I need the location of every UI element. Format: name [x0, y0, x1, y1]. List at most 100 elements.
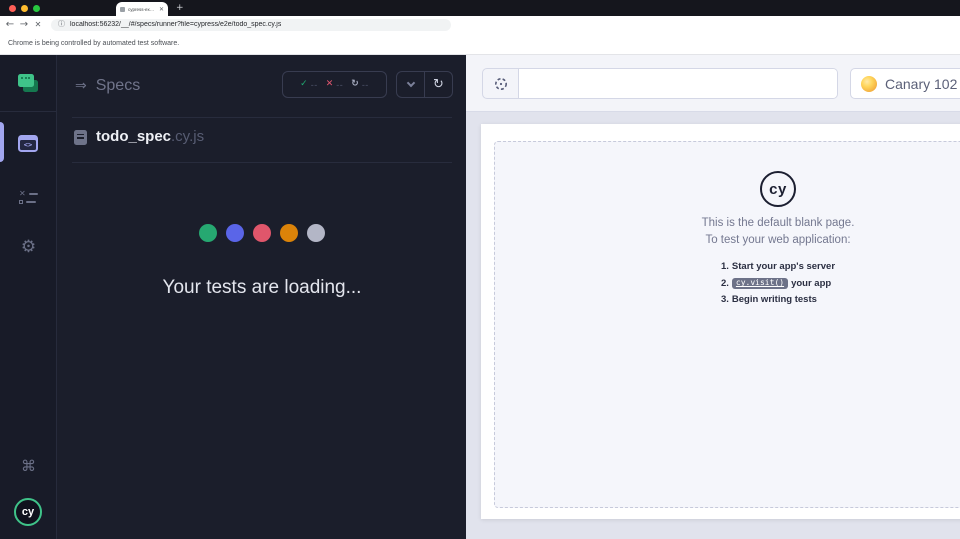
cypress-logo[interactable]: cy: [14, 498, 42, 526]
nav-rail: <> ✕ ⚙ ⌘ cy: [0, 55, 57, 539]
divider: [72, 162, 452, 163]
checklist-icon-row: ✕: [19, 189, 38, 198]
stat-pending: ↻ --: [351, 80, 369, 90]
specs-panel: ⇒ Specs ✓ -- ✕ -- ↻ -- ↻ todo_spec.cy.js…: [58, 55, 466, 539]
tab-close-icon[interactable]: ✕: [159, 6, 164, 13]
passed-count: --: [310, 79, 318, 90]
blank-page-steps: 1. Start your app's server 2. cy.visit()…: [721, 261, 835, 306]
rail-divider: [0, 111, 57, 112]
step-text: Start your app's server: [731, 261, 836, 272]
back-icon[interactable]: ←: [3, 19, 17, 30]
window-dot: [24, 76, 27, 79]
specs-arrow-icon: ⇒: [75, 78, 87, 94]
step-number: 2.: [720, 277, 729, 289]
specs-window-icon: <>: [20, 140, 36, 150]
code-brackets-glyph: <>: [23, 140, 33, 149]
specs-panel-title: Specs: [95, 77, 141, 94]
passed-check-icon: ✓: [300, 79, 308, 89]
collapse-button[interactable]: [397, 72, 424, 97]
browser-toolbar: ← → ✕ ⓘ localhost:56232/__/#/specs/runne…: [0, 16, 960, 33]
cy-visit-code-link[interactable]: cy.visit(): [731, 277, 789, 290]
spec-file-extension: .cy.js: [171, 128, 205, 145]
cypress-circle-logo-text: cy: [769, 180, 787, 198]
traffic-light-zoom-button[interactable]: [33, 5, 40, 12]
rerun-button[interactable]: ↻: [424, 72, 452, 97]
forward-icon[interactable]: →: [17, 19, 31, 30]
step-text: your app: [791, 277, 832, 289]
aut-region: Canary 102 cy This is the default blank …: [466, 55, 960, 539]
loading-dot: [307, 224, 325, 242]
browser-selector[interactable]: Canary 102: [850, 68, 960, 99]
aut-iframe: cy This is the default blank page. To te…: [481, 124, 960, 519]
failed-cross-icon: ✕: [325, 79, 334, 89]
specs-explorer-icon-front: [18, 74, 34, 87]
loading-message: Your tests are loading...: [162, 277, 362, 298]
chevron-down-icon: [406, 78, 415, 88]
window-dot: [28, 76, 30, 79]
automation-infobar-text: Chrome is being controlled by automated …: [8, 40, 180, 47]
checklist-bar: [28, 192, 38, 195]
stat-passed: ✓ --: [300, 80, 318, 90]
default-blank-page: cy This is the default blank page. To te…: [494, 141, 960, 508]
step-item: 1. Start your app's server: [721, 261, 835, 273]
failed-count: --: [336, 79, 344, 90]
selector-playground-button[interactable]: [483, 69, 519, 98]
loading-dot: [280, 224, 298, 242]
traffic-light-close-button[interactable]: [9, 5, 16, 12]
stop-icon[interactable]: ✕: [31, 20, 45, 29]
cypress-logo-text: cy: [21, 505, 35, 518]
refresh-icon: ↻: [433, 77, 444, 92]
window-dot: [21, 76, 23, 79]
aut-url-input[interactable]: [519, 69, 837, 98]
blank-page-heading-line2: To test your web application:: [705, 234, 851, 246]
automation-infobar: Chrome is being controlled by automated …: [0, 33, 960, 55]
spec-file-icon: [74, 129, 87, 145]
window-titlebar: cypress-example-todomvc ✕ +: [0, 0, 960, 16]
tab-favicon-icon: [120, 6, 125, 12]
loading-dot: [226, 224, 244, 242]
aut-url-bar: [482, 68, 838, 99]
spec-file-row[interactable]: todo_spec.cy.js: [74, 128, 204, 146]
test-stats: ✓ -- ✕ -- ↻ --: [282, 71, 387, 98]
keyboard-shortcuts-icon[interactable]: ⌘: [0, 459, 57, 474]
active-nav-indicator: [0, 122, 4, 162]
step-item: 2. cy.visit() your app: [721, 278, 831, 290]
loading-dot: [199, 224, 217, 242]
blank-page-heading: This is the default blank page. To test …: [702, 215, 855, 249]
aut-header: Canary 102: [466, 55, 960, 112]
browser-selector-label: Canary 102: [885, 75, 958, 92]
page-info-icon[interactable]: ⓘ: [58, 21, 65, 28]
checklist-x-glyph: ✕: [19, 189, 26, 198]
checklist-icon-row: [19, 200, 38, 204]
cypress-circle-logo: cy: [760, 171, 796, 207]
address-bar[interactable]: ⓘ localhost:56232/__/#/specs/runner?file…: [51, 18, 451, 31]
loading-dots: [58, 224, 466, 242]
divider: [72, 117, 452, 118]
new-tab-button[interactable]: +: [176, 3, 184, 13]
traffic-light-minimize-button[interactable]: [21, 5, 28, 12]
stat-failed: ✕ --: [326, 80, 344, 90]
browser-tab[interactable]: cypress-example-todomvc ✕: [116, 2, 168, 16]
runner-controls: ↻: [396, 71, 453, 98]
chrome-canary-icon: [861, 75, 877, 92]
checklist-bar: [26, 201, 36, 203]
crosshair-icon: [494, 77, 507, 90]
pending-circle-icon: ↻: [351, 79, 359, 89]
pending-count: --: [361, 79, 369, 90]
step-number: 1.: [720, 261, 729, 272]
step-text: Begin writing tests: [731, 294, 817, 305]
settings-gear-icon[interactable]: ⚙: [0, 239, 57, 256]
address-url: localhost:56232/__/#/specs/runner?file=c…: [70, 21, 282, 28]
blank-page-heading-line1: This is the default blank page.: [701, 217, 855, 229]
loading-dot: [253, 224, 271, 242]
cypress-app: <> ✕ ⚙ ⌘ cy ⇒ Specs ✓ -- ✕ -- ↻ -- ↻ tod…: [0, 55, 960, 539]
spec-file-name: todo_spec: [96, 128, 172, 145]
checklist-square: [19, 200, 23, 204]
step-number: 3.: [720, 294, 729, 305]
nav-item-runs[interactable]: ✕: [19, 189, 38, 206]
tab-title: cypress-example-todomvc: [128, 6, 156, 12]
specs-explorer-icon[interactable]: [16, 72, 40, 94]
step-item: 3. Begin writing tests: [721, 294, 817, 306]
nav-item-specs[interactable]: <>: [18, 135, 38, 152]
specs-panel-header: ⇒ Specs: [75, 77, 140, 95]
